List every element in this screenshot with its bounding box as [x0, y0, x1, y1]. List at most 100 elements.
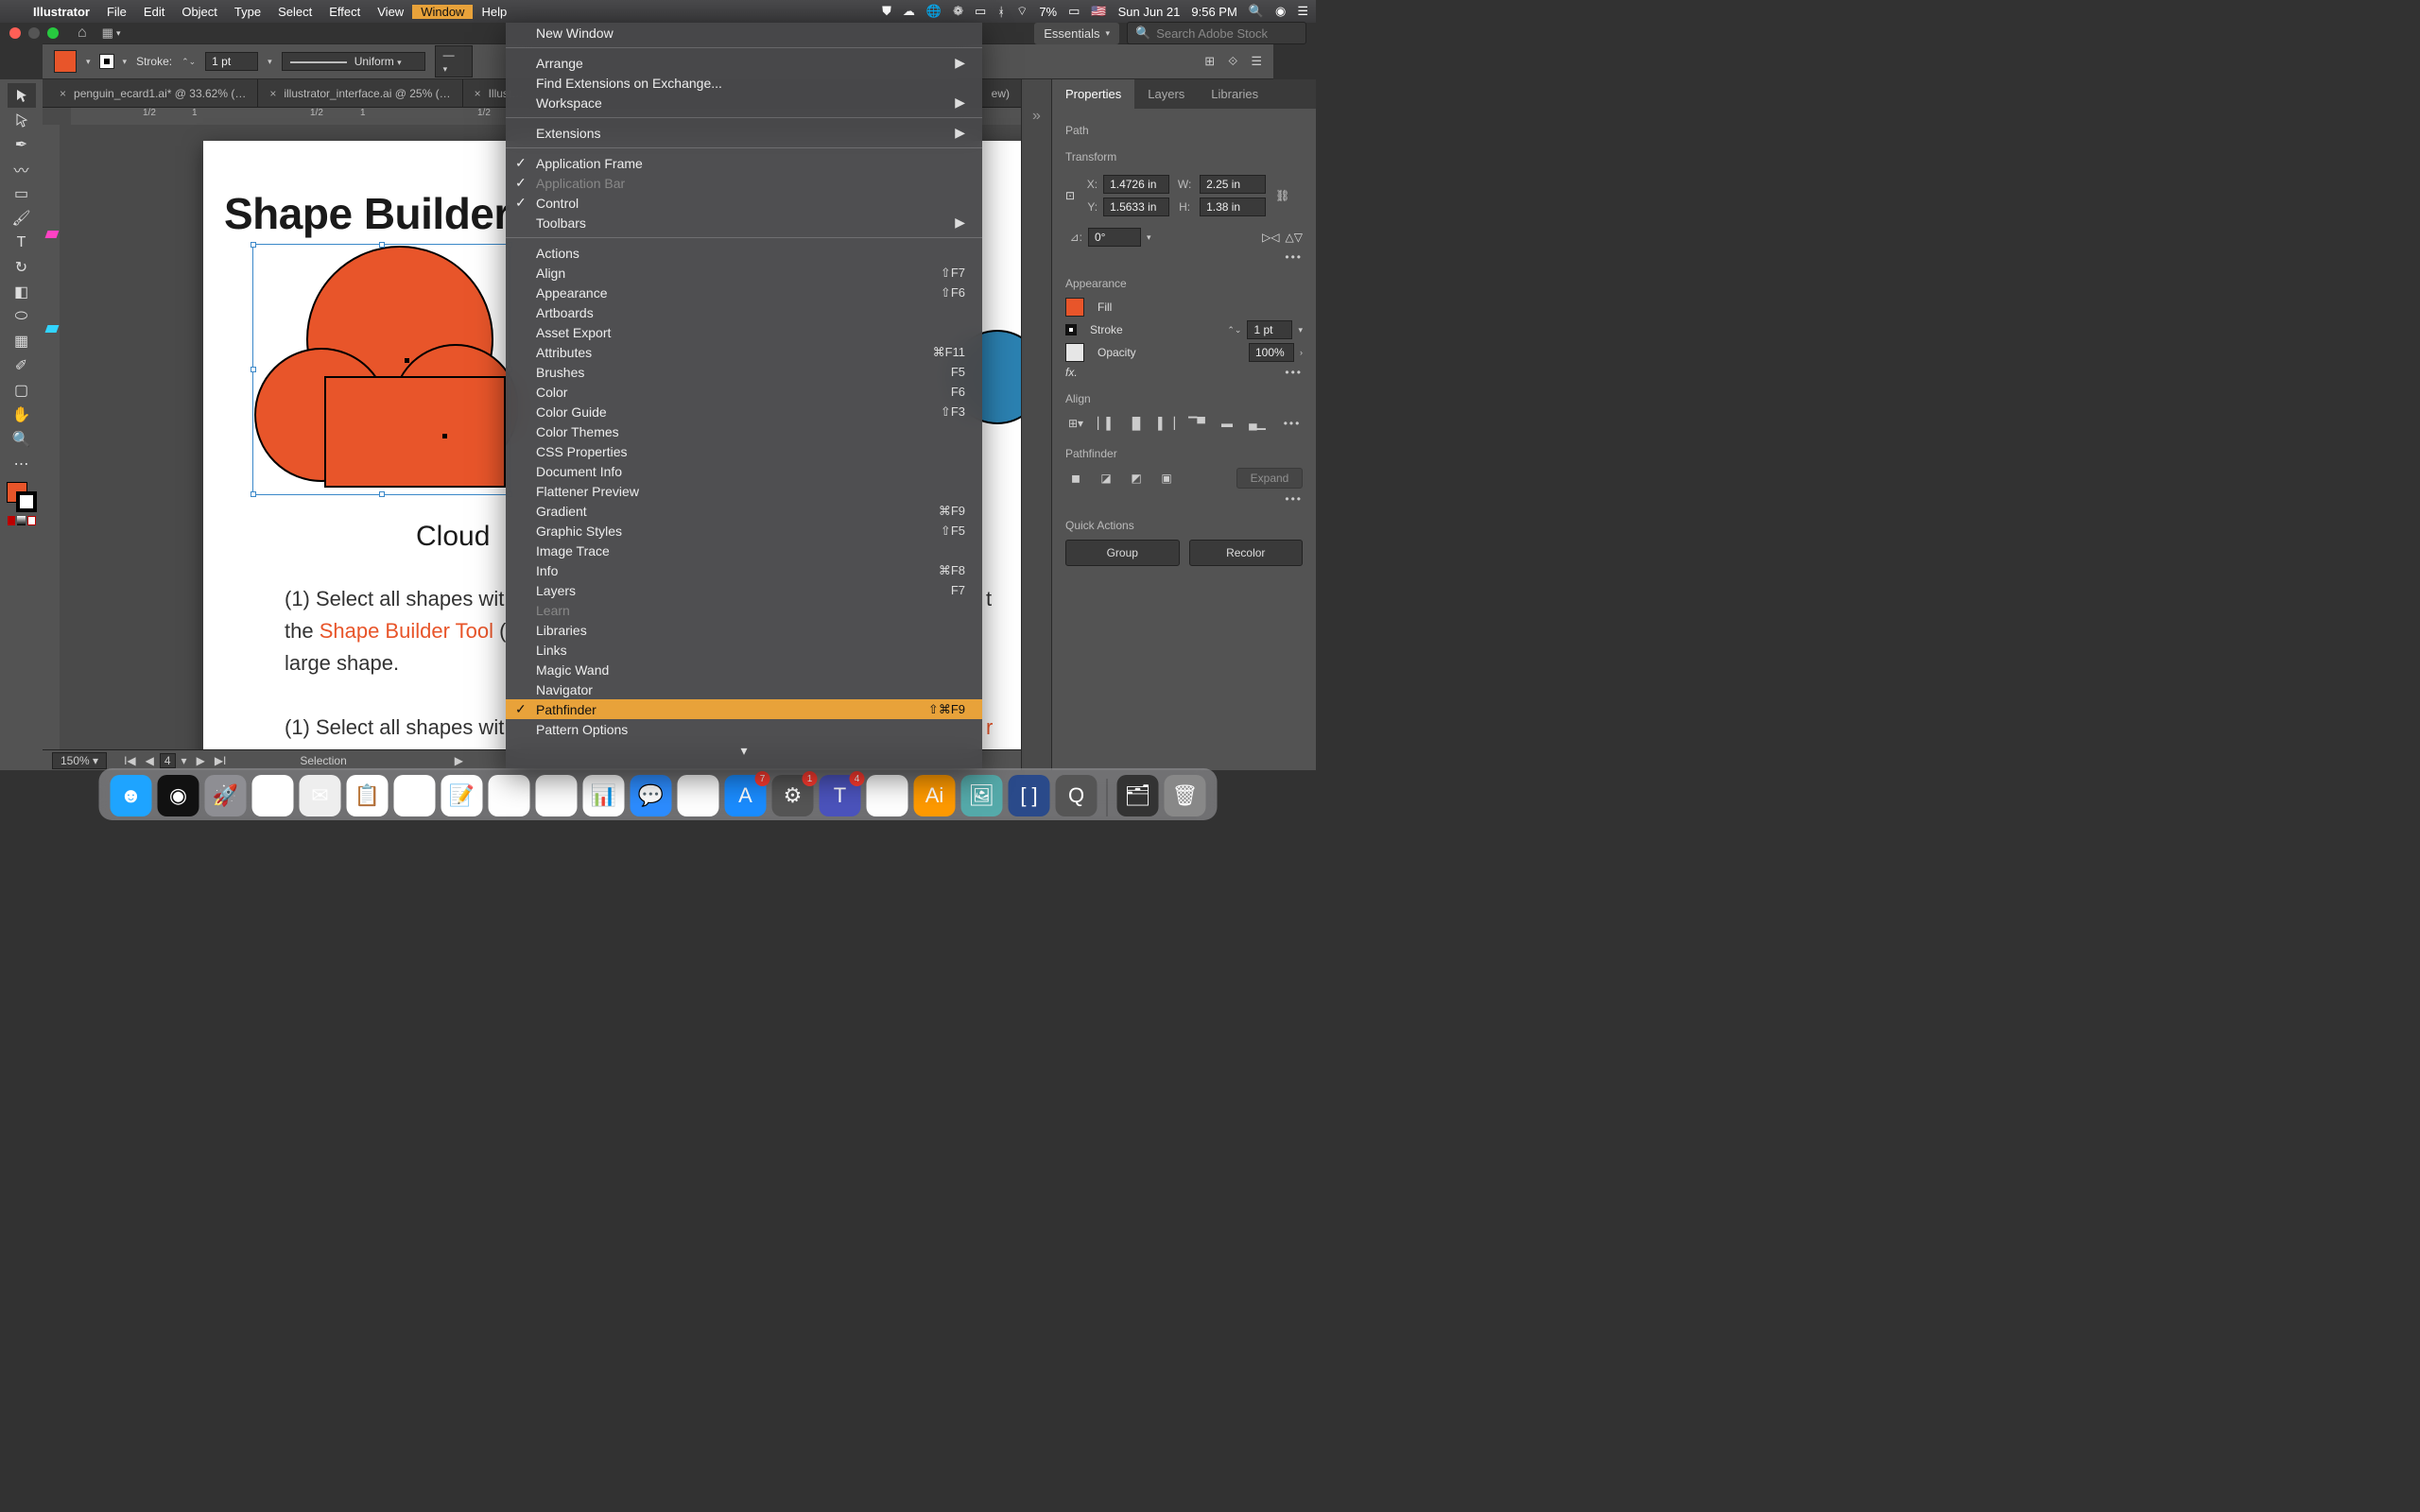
menu-item[interactable]: Actions — [506, 243, 982, 263]
tab-properties[interactable]: Properties — [1052, 79, 1134, 109]
menu-item[interactable]: Toolbars▶ — [506, 213, 982, 232]
group-button[interactable]: Group — [1065, 540, 1180, 566]
stroke-weight-input[interactable] — [1247, 320, 1292, 339]
dock-chrome-icon[interactable]: ◯ — [252, 775, 294, 816]
shape-builder-tool[interactable]: ⬭ — [8, 304, 36, 329]
menu-item[interactable]: Appearance⇧F6 — [506, 283, 982, 302]
flag-icon[interactable]: 🇺🇸 — [1091, 4, 1106, 19]
more-options-icon[interactable]: ••• — [1285, 492, 1303, 506]
dock-numbers-icon[interactable]: 📊 — [583, 775, 625, 816]
fill-color-swatch[interactable] — [1065, 298, 1084, 317]
dock-photos-icon[interactable]: ❁ — [536, 775, 578, 816]
menu-file[interactable]: File — [98, 5, 135, 19]
dock-quicktime-icon[interactable]: Q — [1056, 775, 1098, 816]
document-tab[interactable]: ×penguin_ecard1.ai* @ 33.62% (… — [48, 79, 258, 107]
menu-item[interactable]: LayersF7 — [506, 580, 982, 600]
align-bottom-icon[interactable]: ▄▁ — [1247, 413, 1268, 434]
dock-preview-icon[interactable]: 🖼 — [961, 775, 1003, 816]
menu-item[interactable]: Image Trace — [506, 541, 982, 560]
gradient-tool[interactable]: ▦ — [8, 329, 36, 353]
opacity-icon[interactable] — [1065, 343, 1084, 362]
stroke-weight-input[interactable] — [205, 52, 258, 71]
menu-help[interactable]: Help — [473, 5, 515, 19]
eraser-tool[interactable]: ◧ — [8, 280, 36, 304]
dock-folder-icon[interactable]: 🗂 — [1117, 775, 1159, 816]
pen-tool[interactable]: ✒ — [8, 132, 36, 157]
fill-swatch[interactable] — [54, 50, 77, 73]
type-tool[interactable]: T — [8, 231, 36, 255]
close-tab-icon[interactable]: × — [475, 87, 481, 100]
menu-item[interactable]: Artboards — [506, 302, 982, 322]
x-input[interactable] — [1103, 175, 1169, 194]
cc-status-icon[interactable]: ☁︎ — [903, 4, 915, 19]
menu-item[interactable]: ✓Application Frame — [506, 153, 982, 173]
menu-item[interactable]: CSS Properties — [506, 441, 982, 461]
dock-siri-icon[interactable]: ◉ — [158, 775, 199, 816]
battery-icon[interactable]: ▭ — [1068, 4, 1080, 19]
align-top-icon[interactable]: ▔▀ — [1186, 413, 1207, 434]
paintbrush-tool[interactable]: 🖌 — [8, 206, 36, 231]
unite-icon[interactable]: ◼ — [1065, 468, 1086, 489]
more-options-icon[interactable]: ••• — [1282, 413, 1303, 434]
brush-definition[interactable]: — ▾ — [435, 45, 473, 77]
fill-stroke-indicator[interactable] — [7, 482, 37, 512]
menu-item[interactable]: Workspace▶ — [506, 93, 982, 112]
hand-tool[interactable]: ✋ — [8, 403, 36, 427]
variable-width-profile[interactable]: Uniform ▾ — [282, 52, 425, 71]
align-right-icon[interactable]: ▌▕ — [1156, 413, 1177, 434]
tab-libraries[interactable]: Libraries — [1198, 79, 1271, 109]
stroke-color-swatch[interactable] — [1065, 324, 1077, 335]
more-options-icon[interactable]: ••• — [1285, 366, 1303, 379]
selection-bounding-box[interactable] — [252, 244, 510, 495]
direct-selection-tool[interactable] — [8, 108, 36, 132]
align-left-icon[interactable]: ▏▌ — [1096, 413, 1116, 434]
bluetooth-icon[interactable]: ᚼ — [997, 5, 1005, 19]
intersect-icon[interactable]: ◩ — [1126, 468, 1147, 489]
menu-item[interactable]: Info⌘F8 — [506, 560, 982, 580]
align-to-button[interactable]: ⊞▾ — [1065, 413, 1086, 434]
document-tab[interactable]: ew) — [980, 79, 1021, 107]
more-options-icon[interactable]: ••• — [1285, 250, 1303, 264]
menu-item[interactable]: Color Themes — [506, 421, 982, 441]
recolor-button[interactable]: Recolor — [1189, 540, 1304, 566]
menu-view[interactable]: View — [369, 5, 412, 19]
flip-vertical-icon[interactable]: △▽ — [1286, 231, 1303, 244]
transform-panel-icon[interactable]: ⟐ — [1228, 54, 1237, 69]
time[interactable]: 9:56 PM — [1191, 5, 1236, 19]
dock-chrome2-icon[interactable]: ◯ — [867, 775, 908, 816]
workspace-switcher[interactable]: Essentials ▾ — [1034, 23, 1119, 44]
close-window-button[interactable] — [9, 27, 21, 39]
ruler-vertical[interactable] — [43, 125, 60, 749]
menu-item[interactable]: Asset Export — [506, 322, 982, 342]
menu-item[interactable]: Links — [506, 640, 982, 660]
menu-item[interactable]: Graphic Styles⇧F5 — [506, 521, 982, 541]
menu-window[interactable]: Window — [412, 5, 473, 19]
dock-teams-icon[interactable]: T4 — [820, 775, 861, 816]
control-center-icon[interactable]: ☰ — [1297, 4, 1308, 19]
airplay-icon[interactable]: ▭ — [975, 4, 986, 19]
menu-type[interactable]: Type — [226, 5, 269, 19]
dock-appstore-icon[interactable]: A7 — [725, 775, 767, 816]
arrange-documents-button[interactable]: ▦ ▾ — [102, 26, 121, 41]
color-mode-row[interactable] — [8, 512, 36, 529]
panel-menu-icon[interactable]: ☰ — [1251, 54, 1262, 69]
opacity-input[interactable] — [1249, 343, 1294, 362]
menu-item[interactable]: Flattener Preview — [506, 481, 982, 501]
constrain-proportions-icon[interactable]: ⛓ — [1275, 189, 1289, 202]
menu-scroll-down-icon[interactable]: ▾ — [506, 739, 982, 759]
dock-finder-icon[interactable]: ☻ — [111, 775, 152, 816]
align-vcenter-icon[interactable]: ▬ — [1217, 413, 1237, 434]
dock-news-icon[interactable]: N — [678, 775, 719, 816]
minus-front-icon[interactable]: ◪ — [1096, 468, 1116, 489]
dock-illustrator-icon[interactable]: Ai — [914, 775, 956, 816]
rotate-tool[interactable]: ↻ — [8, 255, 36, 280]
fx-button[interactable]: fx. — [1065, 366, 1078, 379]
menu-item[interactable]: Navigator — [506, 679, 982, 699]
flip-horizontal-icon[interactable]: ▷◁ — [1262, 231, 1279, 244]
menu-item[interactable]: BrushesF5 — [506, 362, 982, 382]
menu-edit[interactable]: Edit — [135, 5, 173, 19]
dock-calendar-icon[interactable]: 21 — [394, 775, 436, 816]
dock-settings-icon[interactable]: ⚙1 — [772, 775, 814, 816]
date[interactable]: Sun Jun 21 — [1118, 5, 1181, 19]
dock-launchpad-icon[interactable]: 🚀 — [205, 775, 247, 816]
